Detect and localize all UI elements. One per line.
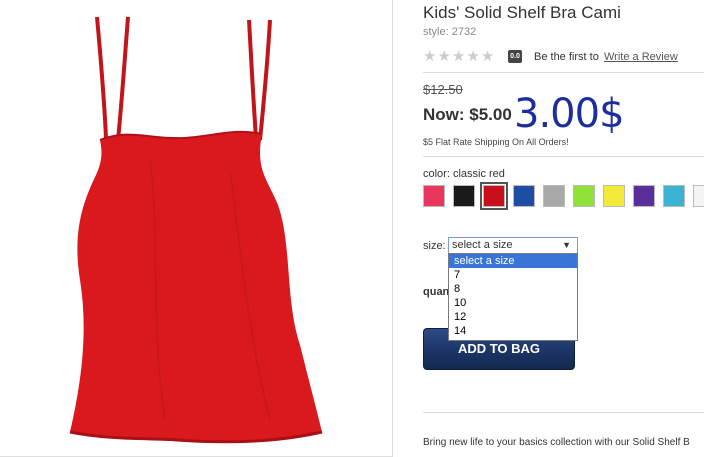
color-swatch[interactable]	[543, 185, 565, 207]
color-swatch[interactable]	[693, 185, 704, 207]
size-label: size:	[423, 240, 446, 252]
size-option[interactable]: 14	[449, 324, 577, 338]
star-icon: ★	[480, 48, 495, 65]
size-dropdown-list: select a size 7 8 10 12 14	[448, 253, 578, 341]
divider	[423, 156, 704, 157]
star-icon: ★	[423, 48, 437, 65]
size-select-value: select a size	[452, 239, 513, 251]
color-swatch[interactable]	[513, 185, 535, 207]
rating-stars[interactable]: ★ ★ ★ ★ ★	[423, 49, 494, 64]
cami-garment-image	[69, 16, 323, 444]
original-price: $12.50	[423, 82, 463, 97]
caret-down-icon: ▼	[562, 240, 571, 250]
quantity-label: quan	[423, 286, 450, 298]
divider	[423, 412, 704, 413]
size-option[interactable]: select a size	[449, 254, 577, 268]
star-icon: ★	[466, 48, 480, 65]
color-swatch[interactable]	[453, 185, 475, 207]
sale-price: Now: $5.00	[423, 105, 512, 124]
style-number: style: 2732	[423, 26, 477, 38]
product-title: Kids' Solid Shelf Bra Cami	[423, 3, 621, 22]
divider	[423, 72, 704, 73]
color-label: color: classic red	[423, 168, 505, 180]
star-icon: ★	[437, 48, 451, 65]
write-review-link[interactable]: Write a Review	[604, 51, 678, 63]
color-swatches	[423, 182, 704, 210]
shipping-note: $5 Flat Rate Shipping On All Orders!	[423, 137, 569, 147]
star-icon: ★	[451, 48, 466, 65]
product-description: Bring new life to your basics collection…	[423, 437, 690, 448]
rating-score-badge: 0.0	[508, 50, 522, 63]
color-swatch[interactable]	[633, 185, 655, 207]
overlay-price-text: 3.00$	[514, 91, 625, 137]
size-option[interactable]: 8	[449, 282, 577, 296]
product-image	[0, 0, 393, 457]
review-prompt: Be the first to	[534, 51, 599, 63]
color-swatch[interactable]	[480, 182, 508, 210]
color-swatch[interactable]	[603, 185, 625, 207]
color-swatch[interactable]	[663, 185, 685, 207]
size-option[interactable]: 10	[449, 296, 577, 310]
color-swatch[interactable]	[423, 185, 445, 207]
size-option[interactable]: 12	[449, 310, 577, 324]
size-option[interactable]: 7	[449, 268, 577, 282]
color-swatch[interactable]	[573, 185, 595, 207]
size-select[interactable]: select a size ▼	[448, 237, 578, 254]
